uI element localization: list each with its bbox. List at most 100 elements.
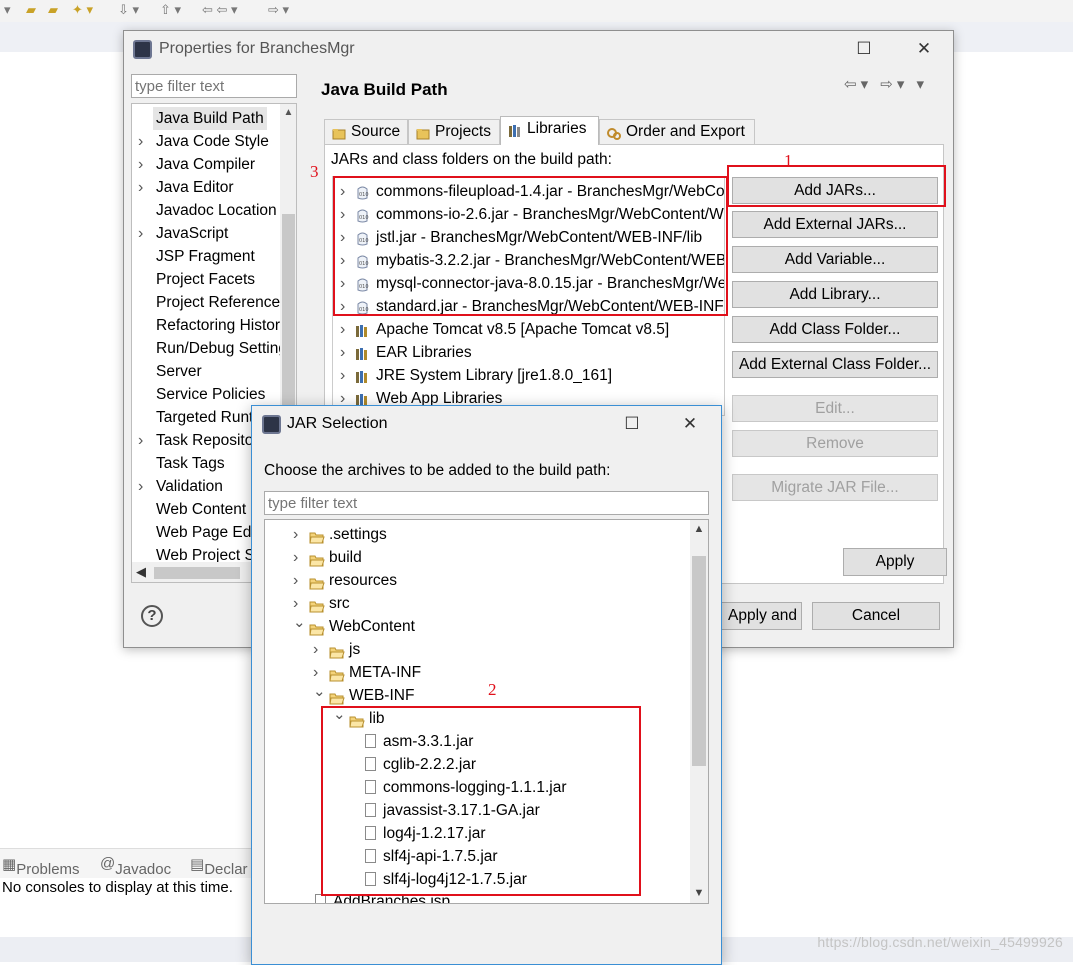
tree-item[interactable]: Project Facets	[132, 268, 280, 291]
vthumb[interactable]	[282, 214, 295, 414]
node-label: .settings	[329, 526, 387, 543]
folder-node[interactable]: ⌄ WebContent	[293, 614, 613, 638]
open-folder-icon[interactable]: ▰	[48, 2, 58, 18]
problems-tab[interactable]: ▦ Problems	[2, 855, 80, 878]
toolbar-icon[interactable]: ▾	[4, 2, 11, 18]
chevron-right-icon[interactable]: ›	[138, 153, 143, 176]
add-external-class-folder-button[interactable]: Add External Class Folder...	[732, 351, 938, 378]
maximize-icon[interactable]: ☐	[844, 35, 884, 63]
chevron-right-icon[interactable]: ›	[293, 546, 307, 569]
chevron-right-icon[interactable]: ›	[293, 592, 307, 615]
jar-dialog-caption: Choose the archives to be added to the b…	[264, 462, 611, 479]
dialog-title: JAR Selection	[287, 415, 388, 432]
add-variable-button[interactable]: Add Variable...	[732, 246, 938, 273]
next-annotation-icon[interactable]: ⇩ ▾	[118, 2, 139, 18]
tree-item-label: Java Build Path	[153, 107, 267, 130]
tab-label: Projects	[435, 123, 491, 140]
eclipse-app-icon	[262, 415, 281, 434]
apply-button[interactable]: Apply	[843, 548, 947, 576]
last-edit-icon[interactable]: ⇧ ▾	[160, 2, 181, 18]
order-export-icon	[607, 125, 621, 140]
chevron-right-icon[interactable]: ›	[138, 130, 143, 153]
scroll-down-icon[interactable]: ▼	[690, 884, 708, 902]
annotation-number-3: 3	[310, 162, 319, 181]
wand-icon[interactable]: ✦ ▾	[72, 2, 93, 18]
chevron-right-icon[interactable]: ›	[313, 661, 327, 684]
back-icon[interactable]: ⇦ ⇦ ▾	[202, 2, 238, 18]
maximize-icon[interactable]: ☐	[612, 410, 652, 438]
tree-item[interactable]: Service Policies	[132, 383, 280, 406]
filter-input[interactable]	[131, 74, 297, 98]
chevron-right-icon[interactable]: ›	[293, 569, 307, 592]
tree-item[interactable]: › Java Editor	[132, 176, 280, 199]
folder-node[interactable]: › build	[293, 546, 613, 569]
add-external-jars-button[interactable]: Add External JARs...	[732, 211, 938, 238]
close-icon[interactable]: ✕	[904, 35, 944, 63]
jar-filter-input[interactable]	[264, 491, 709, 515]
tree-item[interactable]: Project References	[132, 291, 280, 314]
node-label: resources	[329, 572, 398, 589]
cancel-button[interactable]: Cancel	[812, 602, 940, 630]
folder-node[interactable]: › .settings	[293, 523, 613, 546]
scrollbar-thumb[interactable]	[692, 556, 706, 766]
tree-item[interactable]: Server	[132, 360, 280, 383]
javadoc-tab[interactable]: @ Javadoc	[100, 855, 171, 878]
add-jars-button[interactable]: Add JARs...	[732, 177, 938, 204]
open-folder-icon[interactable]: ▰	[26, 2, 36, 18]
folder-node[interactable]: › src	[293, 592, 613, 615]
forward-icon[interactable]: ⇨ ▾	[268, 2, 289, 18]
chevron-right-icon[interactable]: ›	[340, 318, 345, 341]
chevron-right-icon[interactable]: ›	[313, 638, 327, 661]
tab-source[interactable]: Source	[324, 119, 408, 144]
help-icon[interactable]: ?	[141, 605, 163, 627]
node-label: META-INF	[349, 664, 422, 681]
chevron-right-icon[interactable]: ›	[138, 429, 143, 452]
folder-node[interactable]: › resources	[293, 569, 613, 592]
chevron-right-icon[interactable]: ›	[340, 364, 345, 387]
declaration-tab[interactable]: ▤ Declar	[190, 855, 248, 878]
tree-item-label: Project References	[156, 294, 280, 311]
node-label: js	[349, 641, 361, 658]
navigation-arrows[interactable]: ⇦▾ ⇨▾ ▾	[844, 75, 928, 93]
chevron-right-icon[interactable]: ›	[138, 176, 143, 199]
add-library-button[interactable]: Add Library...	[732, 281, 938, 308]
tree-item[interactable]: JSP Fragment	[132, 245, 280, 268]
hthumb[interactable]	[154, 567, 240, 579]
tree-item[interactable]: › Java Compiler	[132, 153, 280, 176]
folder-icon	[329, 643, 345, 659]
folder-icon	[309, 528, 325, 544]
node-label: build	[329, 549, 362, 566]
folder-node[interactable]: ⌄ WEB-INF	[313, 683, 633, 707]
bottom-views-tabs: ▦ Problems @ Javadoc ▤ Declar	[0, 848, 260, 878]
library-label: Apache Tomcat v8.5 [Apache Tomcat v8.5]	[376, 321, 670, 338]
libraries-icon	[508, 122, 522, 137]
tree-item-label: Run/Debug Settings	[156, 340, 280, 357]
scroll-up-icon[interactable]: ▲	[280, 104, 296, 121]
scroll-up-icon[interactable]: ▲	[690, 520, 708, 538]
library-label: EAR Libraries	[376, 344, 472, 361]
tree-item[interactable]: Java Build Path	[132, 107, 280, 130]
folder-node[interactable]: › js	[313, 638, 633, 661]
scroll-left-icon[interactable]: ◀	[136, 564, 146, 580]
annotation-box-2	[321, 706, 641, 896]
tab-label: Source	[351, 123, 401, 140]
annotation-number-1: 1	[784, 151, 793, 170]
tab-libraries[interactable]: Libraries	[500, 116, 599, 145]
add-class-folder-button[interactable]: Add Class Folder...	[732, 316, 938, 343]
chevron-right-icon[interactable]: ›	[138, 222, 143, 245]
chevron-right-icon[interactable]: ›	[138, 475, 143, 498]
tab-projects[interactable]: Projects	[408, 119, 500, 144]
library-entry[interactable]: › Apache Tomcat v8.5 [Apache Tomcat v8.5]	[333, 318, 724, 341]
tab-order-and-export[interactable]: Order and Export	[599, 119, 755, 144]
tree-item[interactable]: › Java Code Style	[132, 130, 280, 153]
close-icon[interactable]: ✕	[670, 410, 710, 438]
tree-item[interactable]: › JavaScript	[132, 222, 280, 245]
folder-node[interactable]: › META-INF	[313, 661, 633, 684]
library-entry[interactable]: › EAR Libraries	[333, 341, 724, 364]
chevron-right-icon[interactable]: ›	[293, 523, 307, 546]
tree-item[interactable]: Javadoc Location	[132, 199, 280, 222]
chevron-right-icon[interactable]: ›	[340, 341, 345, 364]
tree-item[interactable]: Run/Debug Settings	[132, 337, 280, 360]
tree-item[interactable]: Refactoring History	[132, 314, 280, 337]
library-entry[interactable]: › JRE System Library [jre1.8.0_161]	[333, 364, 724, 387]
